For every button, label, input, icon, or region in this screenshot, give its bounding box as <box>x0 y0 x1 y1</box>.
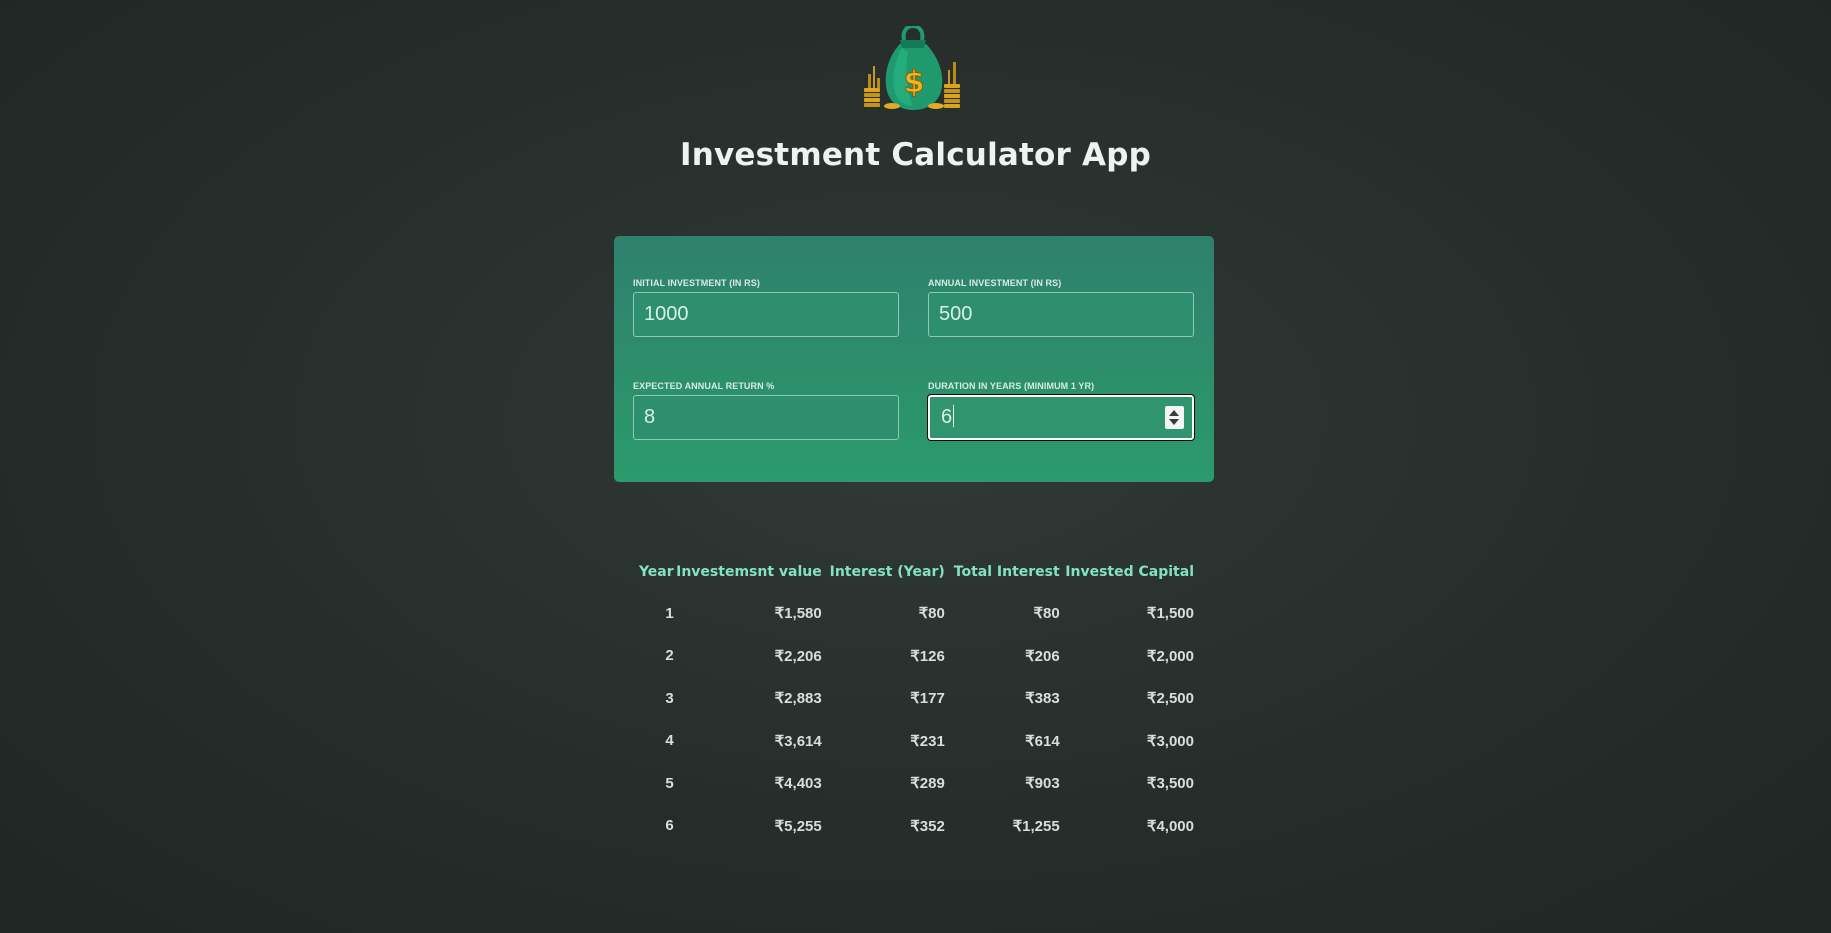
cell-total-interest: ₹206 <box>1025 647 1060 665</box>
expected-return-group: EXPECTED ANNUAL RETURN % 8 <box>633 380 899 440</box>
page-title: Investment Calculator App <box>680 137 1151 173</box>
cell-interest-year: ₹289 <box>910 775 945 793</box>
cell-invested-capital: ₹3,000 <box>1146 732 1194 750</box>
cell-year: 2 <box>665 647 674 665</box>
duration-value: 6 <box>941 406 953 428</box>
cell-invested-capital: ₹3,500 <box>1146 775 1194 793</box>
initial-investment-value: 1000 <box>644 303 689 325</box>
cell-total-interest: ₹614 <box>1025 732 1060 750</box>
spinner-down-icon[interactable] <box>1169 419 1179 425</box>
cell-invested-capital: ₹2,500 <box>1146 690 1194 708</box>
spinner-up-icon[interactable] <box>1169 410 1179 416</box>
cell-investment-value: ₹2,206 <box>774 647 822 665</box>
annual-investment-group: ANNUAL INVESTMENT (IN RS) 500 <box>928 277 1194 337</box>
cell-interest-year: ₹177 <box>910 690 945 708</box>
duration-group: DURATION IN YEARS (MINIMUM 1 YR) 6 <box>927 380 1195 441</box>
annual-investment-value: 500 <box>939 303 973 325</box>
cell-invested-capital: ₹4,000 <box>1146 817 1194 835</box>
column-header-investment-value: Investemsnt value <box>676 564 822 580</box>
annual-investment-input[interactable]: 500 <box>928 292 1194 337</box>
duration-input[interactable]: 6 <box>927 394 1195 441</box>
cell-investment-value: ₹5,255 <box>774 817 822 835</box>
expected-return-value: 8 <box>644 406 656 428</box>
column-header-total-interest: Total Interest <box>953 564 1060 580</box>
table-row: 5 ₹4,403 ₹289 ₹903 ₹3,500 <box>634 762 1194 805</box>
cell-investment-value: ₹4,403 <box>774 775 822 793</box>
cell-investment-value: ₹1,580 <box>774 605 822 623</box>
column-header-invested-capital: Invested Capital <box>1065 564 1194 580</box>
table-row: 4 ₹3,614 ₹231 ₹614 ₹3,000 <box>634 720 1194 763</box>
cell-investment-value: ₹3,614 <box>774 732 822 750</box>
money-bag-icon: $ <box>864 26 960 110</box>
cell-total-interest: ₹383 <box>1025 690 1060 708</box>
expected-return-input[interactable]: 8 <box>633 395 899 440</box>
expected-return-label: EXPECTED ANNUAL RETURN % <box>633 381 775 391</box>
table-row: 3 ₹2,883 ₹177 ₹383 ₹2,500 <box>634 677 1194 720</box>
table-row: 2 ₹2,206 ₹126 ₹206 ₹2,000 <box>634 635 1194 678</box>
number-spinner[interactable] <box>1165 406 1184 429</box>
cell-total-interest: ₹903 <box>1025 775 1060 793</box>
cell-interest-year: ₹231 <box>910 732 945 750</box>
cell-interest-year: ₹352 <box>910 817 945 835</box>
cell-investment-value: ₹2,883 <box>774 690 822 708</box>
table-row: 6 ₹5,255 ₹352 ₹1,255 ₹4,000 <box>634 805 1194 848</box>
initial-investment-group: INITIAL INVESTMENT (IN RS) 1000 <box>633 277 899 337</box>
cell-year: 6 <box>665 817 674 835</box>
annual-investment-label: ANNUAL INVESTMENT (IN RS) <box>928 278 1062 288</box>
text-caret <box>953 405 955 428</box>
cell-year: 5 <box>665 774 674 792</box>
initial-investment-input[interactable]: 1000 <box>633 292 899 337</box>
column-header-year: Year <box>638 564 674 580</box>
results-table: Year Investemsnt value Interest (Year) T… <box>634 558 1194 847</box>
table-row: 1 ₹1,580 ₹80 ₹80 ₹1,500 <box>634 586 1194 635</box>
cell-invested-capital: ₹2,000 <box>1146 647 1194 665</box>
cell-interest-year: ₹126 <box>910 647 945 665</box>
cell-total-interest: ₹1,255 <box>1012 817 1060 835</box>
svg-text:$: $ <box>904 65 925 100</box>
table-header-row: Year Investemsnt value Interest (Year) T… <box>634 558 1194 586</box>
input-card: INITIAL INVESTMENT (IN RS) 1000 ANNUAL I… <box>614 236 1214 482</box>
duration-label: DURATION IN YEARS (MINIMUM 1 YR) <box>928 381 1095 391</box>
cell-invested-capital: ₹1,500 <box>1146 605 1194 623</box>
cell-year: 4 <box>665 732 674 750</box>
cell-year: 1 <box>665 604 674 622</box>
cell-year: 3 <box>665 689 674 707</box>
column-header-interest-year: Interest (Year) <box>829 564 945 580</box>
cell-interest-year: ₹80 <box>918 605 945 623</box>
initial-investment-label: INITIAL INVESTMENT (IN RS) <box>633 278 760 288</box>
cell-total-interest: ₹80 <box>1033 605 1060 623</box>
